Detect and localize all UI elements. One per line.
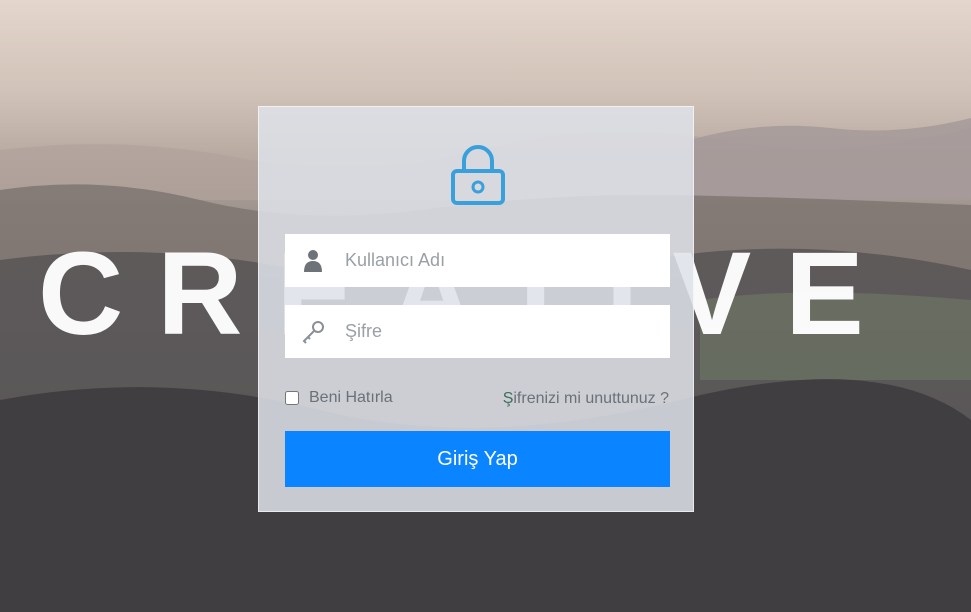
username-input[interactable] [345, 234, 655, 287]
remember-me[interactable]: Beni Hatırla [285, 389, 393, 407]
lock-icon [451, 145, 505, 205]
password-input[interactable] [345, 305, 655, 358]
password-field [285, 305, 670, 358]
login-button[interactable]: Giriş Yap [285, 431, 670, 487]
remember-label: Beni Hatırla [309, 389, 393, 406]
forgot-password-link[interactable]: Şifrenizi mi unuttunuz ? [503, 390, 669, 408]
remember-checkbox[interactable] [285, 391, 299, 405]
username-field [285, 234, 670, 287]
key-icon [302, 321, 324, 344]
user-icon [304, 250, 322, 272]
login-panel: Beni Hatırla Şifrenizi mi unuttunuz ? Gi… [258, 106, 694, 512]
